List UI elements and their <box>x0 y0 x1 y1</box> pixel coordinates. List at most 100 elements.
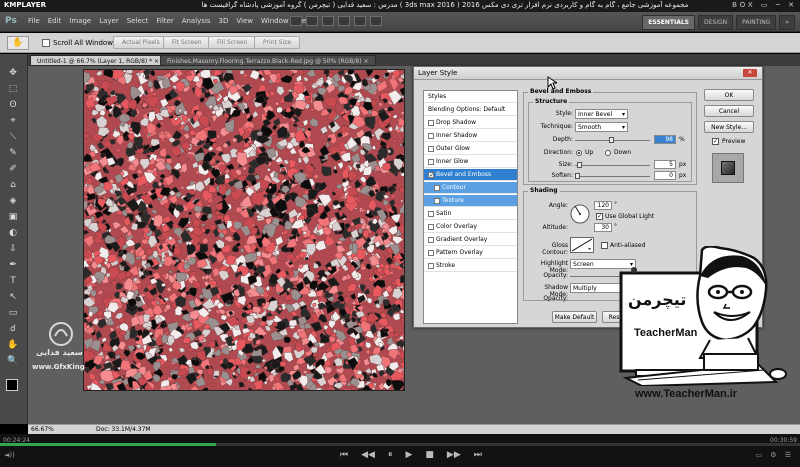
gradient-tool-icon[interactable]: ⇩ <box>6 242 20 256</box>
pattern-overlay-checkbox[interactable] <box>428 249 434 256</box>
preview-checkbox[interactable]: ✓ <box>712 138 719 145</box>
gradient-overlay-checkbox[interactable] <box>428 236 434 243</box>
cancel-button[interactable]: Cancel <box>704 105 754 117</box>
foreground-color-swatch[interactable] <box>6 379 18 391</box>
size-input[interactable]: 5 <box>654 160 676 169</box>
new-style-button[interactable]: New Style... <box>704 121 754 133</box>
menu-file[interactable]: File <box>28 17 40 25</box>
inner-shadow-checkbox[interactable] <box>428 132 434 139</box>
menu-window[interactable]: Window <box>261 17 289 25</box>
texture-checkbox[interactable] <box>434 197 440 204</box>
menu-image[interactable]: Image <box>69 17 91 25</box>
soften-slider[interactable] <box>575 176 650 177</box>
next-icon[interactable]: ⏭ <box>474 450 482 460</box>
size-slider-thumb[interactable] <box>577 162 582 168</box>
tab-untitled-1[interactable]: Untitled-1 @ 66.7% (Layer 1, RGB/8) * × <box>30 55 167 66</box>
soften-input[interactable]: 0 <box>654 171 676 180</box>
brush-tool-icon[interactable]: ⌂ <box>6 178 20 192</box>
shape-tool-icon[interactable]: ▭ <box>6 306 20 320</box>
quick-select-tool-icon[interactable]: ⌖ <box>6 114 20 128</box>
angle-dial-icon[interactable] <box>570 204 590 224</box>
technique-select[interactable]: Smooth <box>575 122 628 132</box>
play-icon[interactable]: ▶ <box>405 450 412 460</box>
anti-aliased-checkbox[interactable] <box>601 242 608 249</box>
style-stroke[interactable]: Stroke <box>424 260 517 272</box>
drop-shadow-checkbox[interactable] <box>428 119 434 126</box>
tab-terrazzo-jpg[interactable]: Finishes.Masonry.Flooring.Terrazzo.Black… <box>160 55 376 66</box>
zoom-level[interactable]: 66.67% <box>31 425 54 434</box>
pen-tool-icon[interactable]: ✒ <box>6 258 20 272</box>
workspace-painting[interactable]: PAINTING <box>736 15 777 30</box>
gloss-contour-picker[interactable] <box>570 237 594 253</box>
fast-forward-icon[interactable]: ▶▶ <box>447 450 461 460</box>
player-window-buttons[interactable]: BOX ▭ ─ ✕ <box>732 1 797 9</box>
outer-glow-checkbox[interactable] <box>428 145 434 152</box>
pause-icon[interactable]: ⏸ <box>388 450 393 460</box>
style-gradient-overlay[interactable]: Gradient Overlay <box>424 234 517 246</box>
style-pattern-overlay[interactable]: Pattern Overlay <box>424 247 517 259</box>
lasso-tool-icon[interactable]: ʘ <box>6 98 20 112</box>
satin-checkbox[interactable] <box>428 210 434 217</box>
make-default-button[interactable]: Make Default <box>552 311 597 323</box>
style-inner-shadow[interactable]: Inner Shadow <box>424 130 517 142</box>
clone-stamp-tool-icon[interactable]: ◈ <box>6 194 20 208</box>
inner-glow-checkbox[interactable] <box>428 158 434 165</box>
path-select-tool-icon[interactable]: ↖ <box>6 290 20 304</box>
depth-input[interactable]: 98 <box>654 135 676 144</box>
color-overlay-checkbox[interactable] <box>428 223 434 230</box>
screen-mode-icon[interactable] <box>370 16 382 26</box>
bridge-icon[interactable] <box>290 16 302 26</box>
print-size-button[interactable]: Print Size <box>254 36 301 49</box>
menu-filter[interactable]: Filter <box>156 17 173 25</box>
style-outer-glow[interactable]: Outer Glow <box>424 143 517 155</box>
type-tool-icon[interactable]: T <box>6 274 20 288</box>
style-drop-shadow[interactable]: Drop Shadow <box>424 117 517 129</box>
eraser-tool-icon[interactable]: ◐ <box>6 226 20 240</box>
stop-icon[interactable]: ■ <box>425 450 434 460</box>
depth-slider-thumb[interactable] <box>609 137 614 143</box>
dialog-title-bar[interactable]: Layer Style ✕ <box>414 67 762 80</box>
seek-bar[interactable] <box>0 443 800 446</box>
crop-tool-icon[interactable]: ⟍ <box>6 130 20 144</box>
document-canvas[interactable] <box>83 69 405 391</box>
hand-icon[interactable]: ✋ <box>7 36 29 50</box>
fill-screen-button[interactable]: Fill Screen <box>208 36 257 49</box>
stroke-checkbox[interactable] <box>428 262 434 269</box>
menu-select[interactable]: Select <box>127 17 149 25</box>
actual-pixels-button[interactable]: Actual Pixels <box>113 36 169 49</box>
menu-3d[interactable]: 3D <box>219 17 229 25</box>
marquee-tool-icon[interactable]: ⬚ <box>6 82 20 96</box>
healing-brush-tool-icon[interactable]: ✐ <box>6 162 20 176</box>
style-texture[interactable]: Texture <box>424 195 517 207</box>
rewind-icon[interactable]: ◀◀ <box>361 450 375 460</box>
workspace-design[interactable]: DESIGN <box>698 15 734 30</box>
zoom-level-icon[interactable] <box>322 16 334 26</box>
zoom-tool-icon[interactable]: 🔍 <box>6 354 20 368</box>
style-satin[interactable]: Satin <box>424 208 517 220</box>
volume-icon[interactable]: ◄)) <box>4 451 15 459</box>
direction-up-radio[interactable] <box>576 150 582 156</box>
history-brush-tool-icon[interactable]: ▣ <box>6 210 20 224</box>
workspace-more[interactable]: » <box>779 15 795 30</box>
menu-edit[interactable]: Edit <box>48 17 62 25</box>
menu-analysis[interactable]: Analysis <box>182 17 211 25</box>
ok-button[interactable]: OK <box>704 89 754 101</box>
direction-down-radio[interactable] <box>605 150 611 156</box>
bevel-style-select[interactable]: Inner Bevel <box>575 109 628 119</box>
menu-view[interactable]: View <box>236 17 253 25</box>
bevel-checkbox[interactable]: ✓ <box>428 171 434 178</box>
3d-rotate-tool-icon[interactable]: ☌ <box>6 322 20 336</box>
eyedropper-tool-icon[interactable]: ✎ <box>6 146 20 160</box>
style-inner-glow[interactable]: Inner Glow <box>424 156 517 168</box>
angle-input[interactable]: 120 <box>594 201 612 210</box>
mini-bridge-icon[interactable] <box>306 16 318 26</box>
style-bevel-and-emboss[interactable]: ✓ Bevel and Emboss <box>424 169 517 181</box>
hand-tool-icon[interactable]: ✋ <box>6 338 20 352</box>
teacherman-url[interactable]: www.TeacherMan.ir <box>635 388 737 400</box>
move-tool-icon[interactable]: ✥ <box>6 66 20 80</box>
contour-checkbox[interactable] <box>434 184 440 191</box>
workspace-essentials[interactable]: ESSENTIALS <box>642 15 696 30</box>
fit-screen-button[interactable]: Fit Screen <box>163 36 211 49</box>
hand-tool-icon[interactable] <box>338 16 350 26</box>
close-icon[interactable]: ✕ <box>743 69 757 77</box>
